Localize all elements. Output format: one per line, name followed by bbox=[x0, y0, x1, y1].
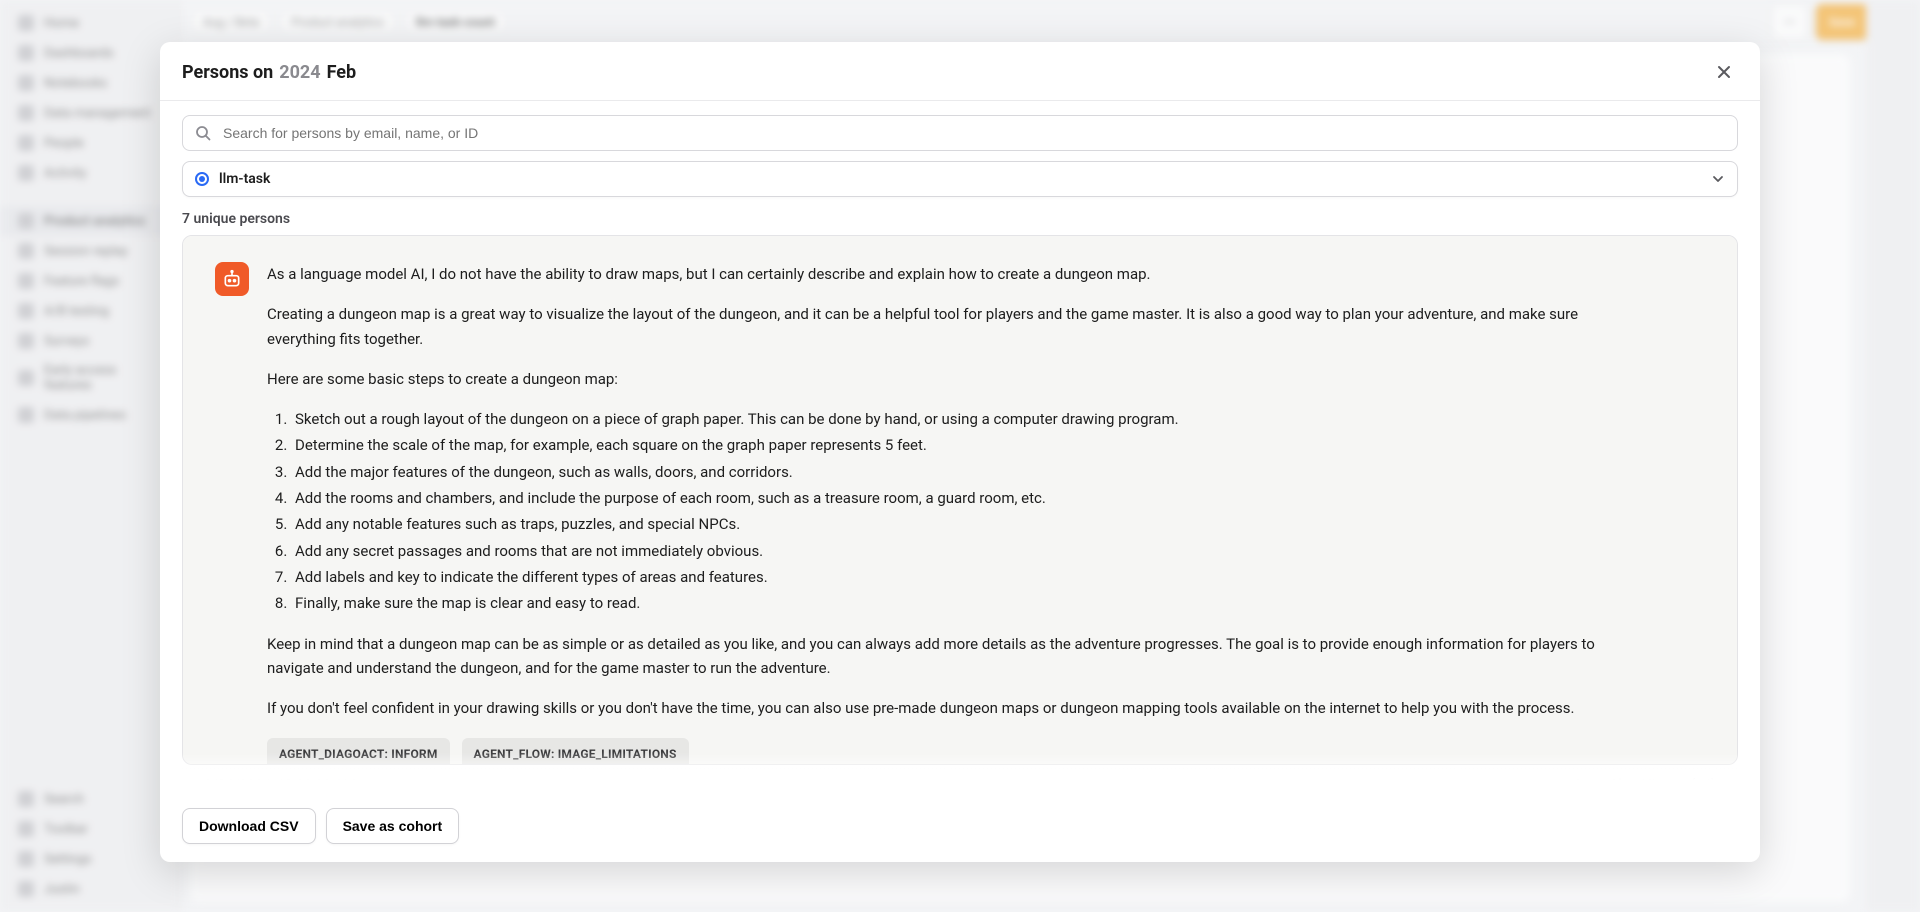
steps-list: Sketch out a rough layout of the dungeon… bbox=[267, 407, 1607, 615]
modal-overlay: Persons on 2024 Feb llm-task bbox=[0, 0, 1920, 912]
session-footer: 2/24/2024, 12:02:03 AM Open Chat History… bbox=[182, 765, 1738, 792]
search-icon bbox=[195, 125, 211, 141]
persons-modal: Persons on 2024 Feb llm-task bbox=[160, 42, 1760, 862]
message-content: As a language model AI, I do not have th… bbox=[267, 262, 1607, 765]
tag-chip: AGENT_DIAGOACT: INFORM bbox=[267, 738, 450, 765]
step-item: Determine the scale of the map, for exam… bbox=[291, 433, 1607, 457]
save-as-cohort-button[interactable]: Save as cohort bbox=[326, 808, 460, 844]
robot-icon bbox=[222, 269, 242, 289]
message-p3: Here are some basic steps to create a du… bbox=[267, 367, 1607, 391]
title-month: Feb bbox=[327, 62, 357, 83]
session-timestamp: 2/24/2024, 12:02:03 AM bbox=[204, 777, 356, 792]
step-item: Add any notable features such as traps, … bbox=[291, 512, 1607, 536]
modal-controls: llm-task bbox=[160, 101, 1760, 207]
modal-footer: Download CSV Save as cohort bbox=[160, 792, 1760, 862]
step-item: Finally, make sure the map is clear and … bbox=[291, 591, 1607, 615]
step-item: Add the rooms and chambers, and include … bbox=[291, 486, 1607, 510]
message-p4: Keep in mind that a dungeon map can be a… bbox=[267, 632, 1607, 681]
session-card[interactable]: As a language model AI, I do not have th… bbox=[182, 235, 1738, 765]
search-box bbox=[182, 115, 1738, 151]
modal-header: Persons on 2024 Feb bbox=[160, 42, 1760, 100]
step-item: Add any secret passages and rooms that a… bbox=[291, 539, 1607, 563]
title-year: 2024 bbox=[279, 62, 320, 83]
download-csv-button[interactable]: Download CSV bbox=[182, 808, 316, 844]
assistant-message: As a language model AI, I do not have th… bbox=[215, 262, 1693, 765]
tags-row: AGENT_DIAGOACT: INFORM AGENT_FLOW: IMAGE_… bbox=[267, 738, 1607, 765]
search-input[interactable] bbox=[182, 115, 1738, 151]
close-button[interactable] bbox=[1710, 58, 1738, 86]
radio-selected-icon bbox=[195, 172, 209, 186]
modal-title: Persons on 2024 Feb bbox=[182, 62, 356, 83]
assistant-avatar bbox=[215, 262, 249, 296]
close-icon bbox=[1716, 64, 1732, 80]
open-chat-history-link[interactable]: Open Chat History (16) bbox=[1573, 777, 1716, 792]
title-prefix: Persons on bbox=[182, 62, 273, 83]
step-item: Add labels and key to indicate the diffe… bbox=[291, 565, 1607, 589]
dropdown-label: llm-task bbox=[219, 171, 270, 187]
chevron-down-icon bbox=[1711, 172, 1725, 186]
modal-body: As a language model AI, I do not have th… bbox=[160, 235, 1760, 792]
step-item: Sketch out a rough layout of the dungeon… bbox=[291, 407, 1607, 431]
message-p1: As a language model AI, I do not have th… bbox=[267, 262, 1607, 286]
unique-persons-count: 7 unique persons bbox=[160, 207, 1760, 235]
message-p2: Creating a dungeon map is a great way to… bbox=[267, 302, 1607, 351]
message-p5: If you don't feel confident in your draw… bbox=[267, 696, 1607, 720]
tag-chip: AGENT_FLOW: IMAGE_LIMITATIONS bbox=[462, 738, 689, 765]
step-item: Add the major features of the dungeon, s… bbox=[291, 460, 1607, 484]
series-dropdown[interactable]: llm-task bbox=[182, 161, 1738, 197]
